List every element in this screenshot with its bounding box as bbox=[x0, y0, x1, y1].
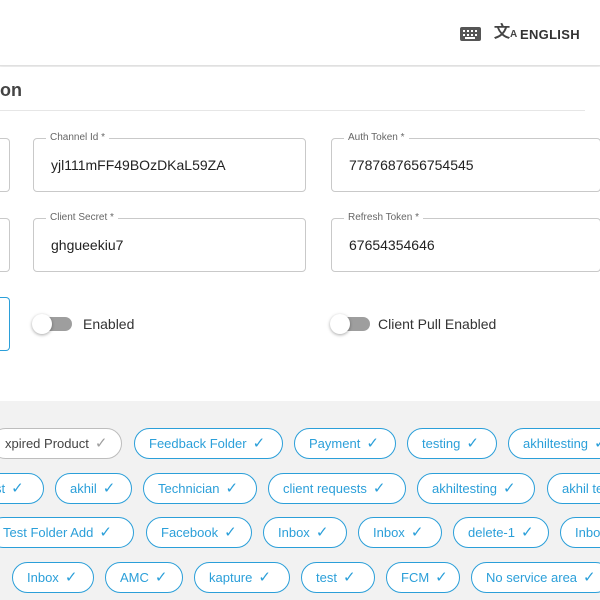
chip-akhiltesting[interactable]: akhiltesting✓ bbox=[508, 428, 600, 459]
chip-akhil[interactable]: akhil ✓ bbox=[55, 473, 132, 504]
chip-feedback-folder[interactable]: Feedback Folder ✓ bbox=[134, 428, 283, 459]
chip-facebook[interactable]: Facebook ✓ bbox=[146, 517, 252, 548]
check-icon: ✓ bbox=[64, 569, 78, 586]
section-title: on bbox=[0, 80, 22, 100]
enabled-toggle[interactable] bbox=[32, 314, 72, 334]
toggle-knob bbox=[32, 314, 52, 334]
check-icon: ✓ bbox=[11, 480, 24, 497]
refresh-token-label: Refresh Token * bbox=[344, 212, 423, 223]
check-icon: ✓ bbox=[372, 480, 386, 497]
channel-id-label: Channel Id * bbox=[46, 132, 110, 143]
channel-id-field[interactable]: Channel Id * yjl111mFF49BOzDKaL59ZA bbox=[33, 132, 306, 192]
chip-inbo[interactable]: Inbo bbox=[560, 517, 600, 548]
chip-amc[interactable]: AMC ✓ bbox=[105, 562, 183, 593]
chip-fcm[interactable]: FCM ✓ bbox=[386, 562, 460, 593]
translate-icon[interactable]: 文A bbox=[494, 24, 517, 44]
chip-inbox[interactable]: Inbox ✓ bbox=[358, 517, 442, 548]
chip-payment[interactable]: Payment ✓ bbox=[294, 428, 396, 459]
check-icon: ✓ bbox=[366, 435, 379, 452]
check-icon: ✓ bbox=[252, 435, 266, 452]
language-selector[interactable]: ENGLISH bbox=[520, 27, 580, 42]
auth-token-field[interactable]: Auth Token * 7787687656754545 bbox=[331, 132, 600, 192]
check-icon: ✓ bbox=[94, 435, 108, 452]
chip-test-folder-add[interactable]: Test Folder Add ✓ bbox=[0, 517, 134, 548]
check-icon: ✓ bbox=[503, 480, 516, 497]
chip-kapture[interactable]: kapture ✓ bbox=[194, 562, 290, 593]
check-icon: ✓ bbox=[224, 524, 237, 541]
check-icon: ✓ bbox=[466, 435, 479, 452]
enabled-toggle-label: Enabled bbox=[83, 316, 135, 332]
divider bbox=[0, 110, 585, 111]
chip-akhiltesting[interactable]: akhiltesting✓ bbox=[417, 473, 535, 504]
auth-token-value: 7787687656754545 bbox=[349, 157, 474, 173]
auth-token-label: Auth Token * bbox=[344, 132, 409, 143]
chip-akhil-te[interactable]: akhil te bbox=[547, 473, 600, 504]
partial-field-left-3-focused[interactable] bbox=[0, 297, 10, 351]
chip-inbox[interactable]: Inbox ✓ bbox=[12, 562, 94, 593]
chip-inbox[interactable]: Inbox ✓ bbox=[263, 517, 347, 548]
top-bar: 文A ENGLISH bbox=[0, 0, 600, 66]
check-icon: ✓ bbox=[102, 480, 116, 497]
chip-technician[interactable]: Technician ✓ bbox=[143, 473, 257, 504]
toggle-knob bbox=[330, 314, 350, 334]
refresh-token-field[interactable]: Refresh Token * 67654354646 bbox=[331, 212, 600, 272]
chip-st[interactable]: st✓ bbox=[0, 473, 44, 504]
client-secret-field[interactable]: Client Secret * ghgueekiu7 bbox=[33, 212, 306, 272]
check-icon: ✓ bbox=[258, 569, 271, 586]
check-icon: ✓ bbox=[154, 569, 168, 586]
partial-field-left-1[interactable] bbox=[0, 138, 10, 192]
client-secret-value: ghgueekiu7 bbox=[51, 237, 124, 253]
chip-client-requests[interactable]: client requests ✓ bbox=[268, 473, 406, 504]
refresh-token-value: 67654354646 bbox=[349, 237, 435, 253]
chip-test[interactable]: test ✓ bbox=[301, 562, 375, 593]
check-icon: ✓ bbox=[225, 480, 239, 497]
partial-field-left-2[interactable] bbox=[0, 218, 10, 272]
client-pull-toggle[interactable] bbox=[330, 314, 370, 334]
keyboard-icon[interactable] bbox=[460, 27, 481, 41]
channel-id-value: yjl111mFF49BOzDKaL59ZA bbox=[51, 157, 226, 173]
check-icon: ✓ bbox=[342, 569, 356, 586]
check-icon: ✓ bbox=[435, 569, 448, 586]
chip-expired-product[interactable]: xpired Product ✓ bbox=[0, 428, 122, 459]
check-icon: ✓ bbox=[583, 569, 596, 586]
client-pull-toggle-label: Client Pull Enabled bbox=[378, 316, 497, 332]
chip-testing[interactable]: testing ✓ bbox=[407, 428, 497, 459]
check-icon: ✓ bbox=[99, 524, 112, 541]
check-icon: ✓ bbox=[410, 524, 424, 541]
check-icon: ✓ bbox=[594, 429, 600, 458]
chip-delete-1[interactable]: delete-1 ✓ bbox=[453, 517, 549, 548]
chip-no-service-area[interactable]: No service area ✓ bbox=[471, 562, 600, 593]
check-icon: ✓ bbox=[520, 524, 534, 541]
client-secret-label: Client Secret * bbox=[46, 212, 118, 223]
check-icon: ✓ bbox=[315, 524, 329, 541]
